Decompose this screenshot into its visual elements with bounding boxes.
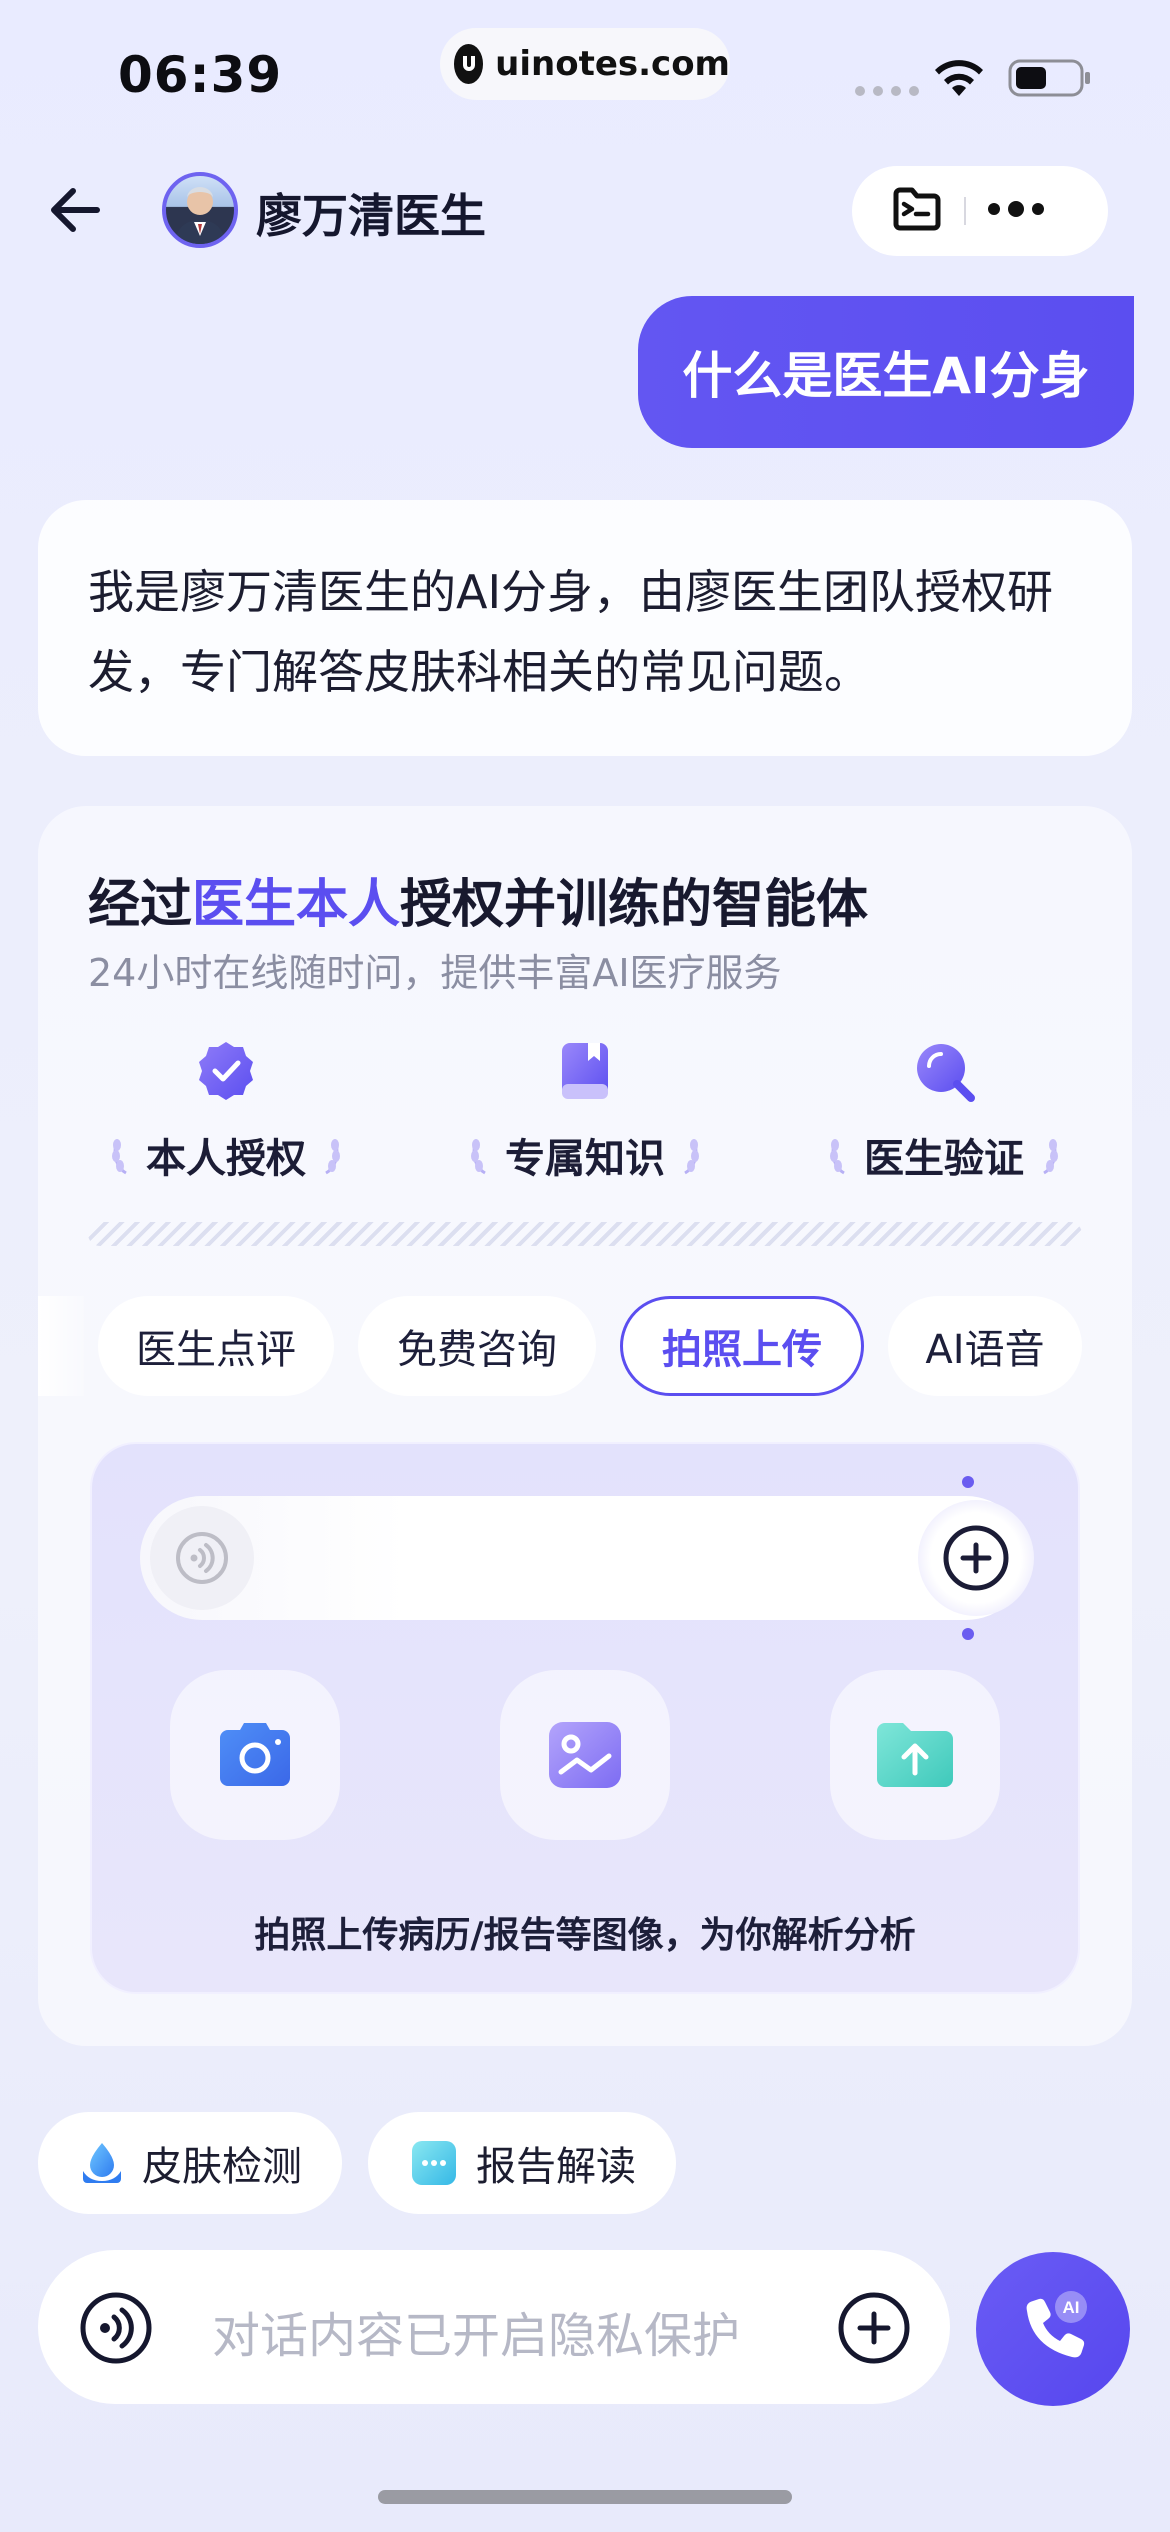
indicator-dot [962, 1476, 974, 1488]
arrow-left-icon [51, 188, 100, 232]
doctor-avatar[interactable] [162, 172, 238, 248]
doctor-name: 廖万清医生 [256, 189, 486, 243]
voice-input-icon[interactable] [78, 2290, 154, 2370]
folder-upload-icon [877, 1723, 953, 1787]
laurel-left-icon [471, 1139, 486, 1175]
cellular-signal-icon [855, 86, 919, 96]
capsule-divider [964, 197, 966, 225]
tab-scroll-fade [38, 1296, 84, 1396]
folder-icon[interactable] [890, 184, 944, 238]
tab-photo-upload[interactable]: 拍照上传 [620, 1296, 864, 1396]
laurel-right-icon [325, 1139, 340, 1175]
back-button[interactable] [40, 178, 110, 242]
user-message-bubble: 什么是医生AI分身 [638, 296, 1134, 448]
tab-ai-voice[interactable]: AI语音 [888, 1296, 1082, 1396]
status-time: 06:39 [118, 46, 283, 104]
laurel-left-icon [112, 1139, 127, 1175]
report-chat-icon [412, 2141, 456, 2185]
ai-reply-bubble: 我是廖万清医生的AI分身，由廖医生团队授权研发，专门解答皮肤科相关的常见问题。 [38, 500, 1132, 756]
laurel-left-icon [830, 1139, 845, 1175]
tab-doctor-review[interactable]: 医生点评 [98, 1296, 334, 1396]
hatched-divider [88, 1222, 1082, 1246]
upload-hint: 拍照上传病历/报告等图像，为你解析分析 [254, 1915, 916, 1956]
feature-self-authorized: 本人授权 [96, 1040, 356, 1230]
chip-report-interpret[interactable]: 报告解读 [368, 2112, 676, 2214]
add-button[interactable] [836, 2290, 912, 2370]
feature-doctor-verified: 医生验证 [814, 1040, 1074, 1230]
laurel-right-icon [1043, 1139, 1058, 1175]
plus-circle-icon [838, 2292, 910, 2364]
magnifier-icon [917, 1044, 975, 1102]
indicator-dot [962, 1628, 974, 1640]
intro-subtitle: 24小时在线随时问，提供丰富AI医疗服务 [88, 951, 782, 995]
laurel-right-icon [684, 1139, 699, 1175]
more-icon[interactable] [986, 199, 1046, 223]
verified-badge-icon [199, 1042, 253, 1100]
add-attachment-button[interactable] [918, 1500, 1034, 1616]
chat-input-placeholder[interactable]: 对话内容已开启隐私保护 [212, 2296, 740, 2366]
skin-drop-icon [83, 2143, 121, 2183]
feature-exclusive-knowledge: 专属知识 [455, 1040, 715, 1230]
camera-icon [220, 1723, 290, 1786]
wifi-icon [932, 58, 986, 102]
image-icon [549, 1722, 621, 1788]
voice-input-bar[interactable] [140, 1496, 1028, 1620]
header-capsule [852, 166, 1108, 256]
battery-icon [1008, 58, 1092, 102]
camera-button[interactable] [170, 1670, 340, 1840]
intro-title: 经过医生本人授权并训练的智能体 [88, 875, 869, 935]
home-indicator [378, 2490, 792, 2504]
url-text: uinotes.com [495, 44, 730, 84]
gallery-button[interactable] [500, 1670, 670, 1840]
voice-wave-icon[interactable] [150, 1506, 254, 1610]
plus-circle-icon [943, 1525, 1009, 1591]
chip-skin-detection[interactable]: 皮肤检测 [38, 2112, 342, 2214]
url-pill: uinotes.com [440, 28, 730, 100]
file-upload-button[interactable] [830, 1670, 1000, 1840]
ai-call-button[interactable]: AI [976, 2252, 1130, 2406]
tab-free-consult[interactable]: 免费咨询 [358, 1296, 596, 1396]
svg-text:AI: AI [1063, 2298, 1080, 2317]
phone-ai-icon: AI [1026, 2291, 1087, 2358]
book-icon [562, 1043, 608, 1099]
intro-title-highlight: 医生本人 [192, 875, 401, 935]
uinotes-logo-icon [454, 44, 484, 84]
